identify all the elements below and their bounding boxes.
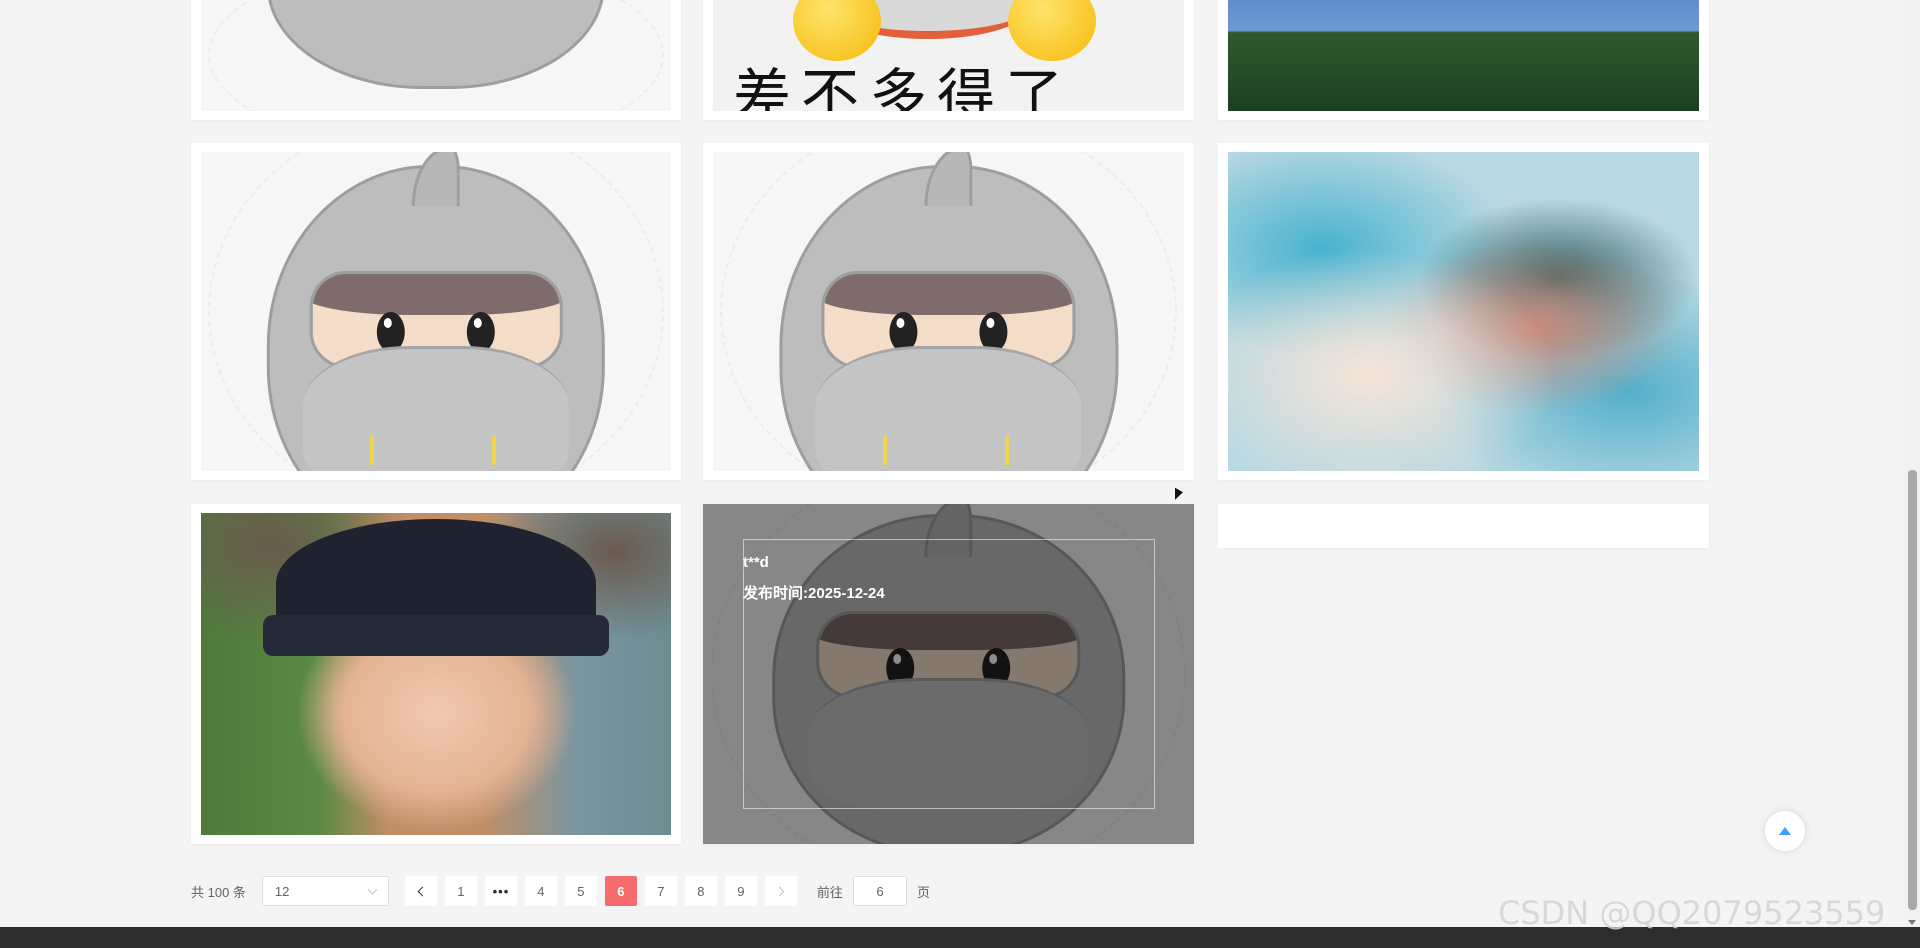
gallery-card[interactable]	[1218, 143, 1709, 480]
goto-page-input[interactable]	[852, 876, 907, 906]
gallery-card-hovered[interactable]: t**d 发布时间:2025-12-24	[703, 504, 1194, 844]
page-button[interactable]: 1	[444, 876, 477, 906]
scroll-down-icon[interactable]	[1908, 920, 1916, 925]
page-button-active[interactable]: 6	[604, 876, 637, 906]
goto-suffix: 页	[916, 884, 930, 900]
gallery-card[interactable]	[1218, 0, 1709, 120]
chevron-down-icon	[367, 884, 378, 894]
landscape-image	[1228, 0, 1699, 111]
next-page-button[interactable]	[764, 876, 797, 906]
gallery-card-empty	[1218, 504, 1709, 548]
chevron-left-icon	[417, 886, 428, 896]
page-jumper: 前往 页	[817, 876, 930, 906]
painting-image	[1228, 152, 1699, 471]
watermark: CSDN @QQ2079523559	[1498, 894, 1886, 932]
scrollbar[interactable]	[1905, 0, 1920, 927]
back-to-top-button[interactable]	[1765, 811, 1805, 851]
total-count: 共 100 条	[191, 884, 246, 900]
page-button[interactable]: 8	[684, 876, 717, 906]
caret-up-icon	[1779, 827, 1791, 835]
gallery-card[interactable]	[191, 143, 681, 480]
page-button[interactable]: 5	[564, 876, 597, 906]
mouse-cursor-icon	[1175, 487, 1183, 505]
scrollbar-thumb[interactable]	[1908, 470, 1917, 910]
ninja-avatar-image	[201, 152, 671, 471]
pagination: 共 100 条 12 1 ••• 4 5 6 7 8 9 前往 页	[191, 875, 930, 907]
prev-page-button[interactable]	[404, 876, 437, 906]
chevron-right-icon	[774, 886, 785, 896]
more-pages-button[interactable]: •••	[484, 876, 517, 906]
ninja-avatar-image	[713, 152, 1184, 471]
emoji-image: 差不多得了	[713, 0, 1184, 111]
ninja-avatar-image	[201, 0, 671, 111]
page-size-select[interactable]: 12	[261, 876, 389, 906]
page-size-value: 12	[274, 883, 290, 899]
gallery-card[interactable]	[191, 504, 681, 844]
goto-prefix: 前往	[816, 884, 843, 900]
page-button[interactable]: 7	[644, 876, 677, 906]
page-button[interactable]: 9	[724, 876, 757, 906]
item-title: t**d	[743, 554, 769, 571]
emoji-caption: 差不多得了	[733, 62, 1074, 111]
photo-image	[201, 513, 671, 835]
publish-date: 发布时间:2025-12-24	[743, 585, 885, 602]
hover-frame	[743, 539, 1155, 809]
gallery-card[interactable]: 差不多得了	[703, 0, 1194, 120]
gallery-card[interactable]	[703, 143, 1194, 480]
page-button[interactable]: 4	[524, 876, 557, 906]
gallery-card[interactable]	[191, 0, 681, 120]
